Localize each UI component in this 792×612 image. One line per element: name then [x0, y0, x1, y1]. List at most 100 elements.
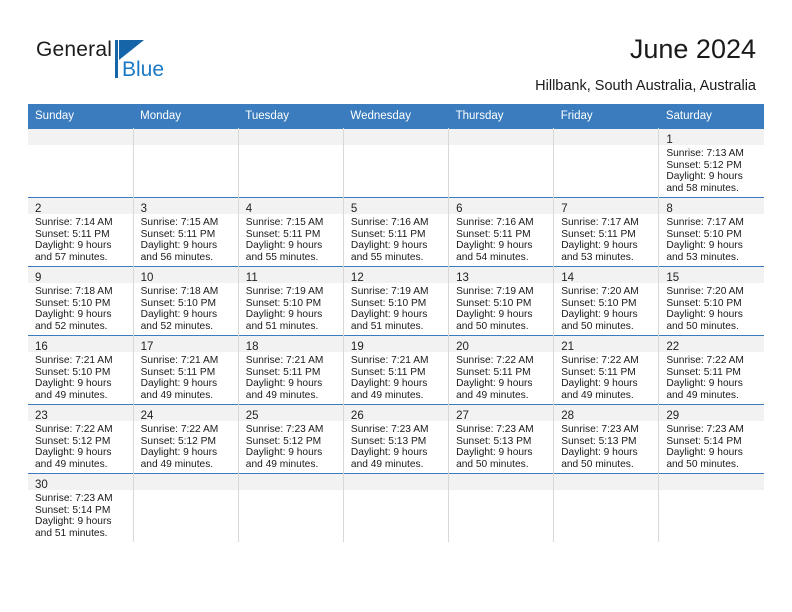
- calendar-day-cell[interactable]: 3 Sunrise: 7:15 AM Sunset: 5:11 PM Daylight…: [133, 197, 239, 267]
- day-cell-content: 22 Sunrise: 7:22 AM Sunset: 5:11 PM Dayligh…: [659, 336, 764, 404]
- calendar-day-cell[interactable]: 24 Sunrise: 7:22 AM Sunset: 5:12 PM Dayligh…: [133, 404, 239, 474]
- daylight-duration-line1: Daylight: 9 hours: [350, 309, 428, 321]
- day-number-band: 17: [133, 336, 238, 353]
- page-header: General Blue June 2024 Hillbank, South A…: [0, 0, 792, 104]
- day-cell-content: 14 Sunrise: 7:20 AM Sunset: 5:10 PM Dayligh…: [554, 267, 659, 335]
- day-sun-info: Sunrise: 7:17 AM Sunset: 5:11 PM Daylight:…: [554, 215, 658, 263]
- daylight-duration-line2: and 49 minutes.: [456, 389, 529, 401]
- calendar-day-cell[interactable]: 7 Sunrise: 7:17 AM Sunset: 5:11 PM Daylight…: [553, 197, 660, 267]
- calendar-day-cell[interactable]: 15 Sunrise: 7:20 AM Sunset: 5:10 PM Dayligh…: [658, 266, 764, 336]
- day-number: 24: [140, 410, 154, 422]
- calendar-day-cell[interactable]: 27 Sunrise: 7:23 AM Sunset: 5:13 PM Dayligh…: [448, 404, 555, 474]
- day-sun-info: Sunrise: 7:22 AM Sunset: 5:12 PM Daylight:…: [28, 422, 133, 470]
- calendar-day-cell[interactable]: 28 Sunrise: 7:23 AM Sunset: 5:13 PM Dayligh…: [553, 404, 660, 474]
- calendar-day-cell[interactable]: 14 Sunrise: 7:20 AM Sunset: 5:10 PM Dayligh…: [553, 266, 660, 336]
- weekday-header-sunday: Sunday: [28, 104, 134, 129]
- sunset-time: Sunset: 5:11 PM: [456, 366, 531, 378]
- daylight-duration-line2: and 49 minutes.: [35, 389, 108, 401]
- day-sun-info: Sunrise: 7:23 AM Sunset: 5:13 PM Daylight:…: [554, 422, 658, 470]
- daylight-duration-line1: Daylight: 9 hours: [350, 240, 428, 252]
- day-cell-content: [133, 129, 238, 197]
- day-cell-content: [238, 474, 343, 542]
- calendar-day-cell[interactable]: 25 Sunrise: 7:23 AM Sunset: 5:12 PM Dayligh…: [238, 404, 344, 474]
- calendar-day-cell[interactable]: 8 Sunrise: 7:17 AM Sunset: 5:10 PM Daylight…: [658, 197, 764, 267]
- daylight-duration-line1: Daylight: 9 hours: [456, 378, 533, 390]
- daylight-duration-line1: Daylight: 9 hours: [35, 240, 112, 252]
- calendar-day-cell[interactable]: 19 Sunrise: 7:21 AM Sunset: 5:11 PM Dayligh…: [343, 335, 450, 405]
- daylight-duration-line2: and 49 minutes.: [140, 458, 214, 470]
- sunrise-time: Sunrise: 7:23 AM: [666, 424, 744, 435]
- daylight-duration-line1: Daylight: 9 hours: [561, 309, 638, 321]
- daylight-duration-line1: Daylight: 9 hours: [140, 447, 218, 459]
- sunrise-time: Sunrise: 7:22 AM: [35, 424, 113, 435]
- calendar-day-cell[interactable]: 10 Sunrise: 7:18 AM Sunset: 5:10 PM Dayligh…: [133, 266, 239, 336]
- general-blue-logo[interactable]: General Blue: [36, 38, 226, 88]
- calendar-day-cell[interactable]: 30 Sunrise: 7:23 AM Sunset: 5:14 PM Dayligh…: [28, 473, 134, 542]
- calendar-day-cell[interactable]: 18 Sunrise: 7:21 AM Sunset: 5:11 PM Dayligh…: [238, 335, 344, 405]
- sunset-time: Sunset: 5:10 PM: [561, 297, 637, 309]
- day-cell-content: 28 Sunrise: 7:23 AM Sunset: 5:13 PM Dayligh…: [554, 405, 659, 473]
- daylight-duration-line1: Daylight: 9 hours: [561, 240, 638, 252]
- calendar-day-cell[interactable]: 23 Sunrise: 7:22 AM Sunset: 5:12 PM Dayligh…: [28, 404, 134, 474]
- sunset-time: Sunset: 5:10 PM: [245, 297, 322, 309]
- sunrise-time: Sunrise: 7:23 AM: [456, 424, 534, 435]
- day-cell-content: 29 Sunrise: 7:23 AM Sunset: 5:14 PM Dayligh…: [659, 405, 764, 473]
- sunrise-time: Sunrise: 7:23 AM: [245, 424, 324, 435]
- calendar-day-cell[interactable]: 9 Sunrise: 7:18 AM Sunset: 5:10 PM Daylight…: [28, 266, 134, 336]
- day-cell-content: 25 Sunrise: 7:23 AM Sunset: 5:12 PM Dayligh…: [238, 405, 343, 473]
- calendar-day-cell[interactable]: 12 Sunrise: 7:19 AM Sunset: 5:10 PM Dayligh…: [343, 266, 450, 336]
- calendar-day-cell[interactable]: 6 Sunrise: 7:16 AM Sunset: 5:11 PM Daylight…: [448, 197, 555, 267]
- day-number-band: [238, 129, 343, 146]
- day-number-band: 15: [659, 267, 764, 284]
- daylight-duration-line2: and 50 minutes.: [561, 320, 634, 332]
- day-cell-content: 9 Sunrise: 7:18 AM Sunset: 5:10 PM Daylight…: [28, 267, 133, 335]
- calendar-day-cell[interactable]: 4 Sunrise: 7:15 AM Sunset: 5:11 PM Daylight…: [238, 197, 344, 267]
- day-number-band: 23: [28, 405, 133, 422]
- calendar-day-cell[interactable]: 29 Sunrise: 7:23 AM Sunset: 5:14 PM Dayligh…: [658, 404, 764, 474]
- calendar-day-cell[interactable]: 1 Sunrise: 7:13 AM Sunset: 5:12 PM Daylight…: [658, 128, 764, 198]
- day-cell-content: [449, 474, 554, 542]
- day-cell-content: 5 Sunrise: 7:16 AM Sunset: 5:11 PM Daylight…: [343, 198, 449, 266]
- calendar-day-cell[interactable]: 26 Sunrise: 7:23 AM Sunset: 5:13 PM Dayligh…: [343, 404, 450, 474]
- day-sun-info: Sunrise: 7:22 AM Sunset: 5:11 PM Daylight:…: [554, 353, 658, 401]
- day-sun-info: Sunrise: 7:13 AM Sunset: 5:12 PM Daylight:…: [659, 146, 764, 194]
- day-number: 7: [561, 203, 568, 215]
- daylight-duration-line2: and 54 minutes.: [456, 251, 529, 263]
- day-number: 26: [350, 410, 364, 422]
- calendar-day-cell[interactable]: 17 Sunrise: 7:21 AM Sunset: 5:11 PM Dayligh…: [133, 335, 239, 405]
- calendar-day-cell[interactable]: 16 Sunrise: 7:21 AM Sunset: 5:10 PM Dayligh…: [28, 335, 134, 405]
- sunset-time: Sunset: 5:12 PM: [666, 159, 742, 171]
- daylight-duration-line2: and 51 minutes.: [245, 320, 319, 332]
- calendar-page: General Blue June 2024 Hillbank, South A…: [0, 0, 792, 612]
- calendar-day-cell[interactable]: 22 Sunrise: 7:22 AM Sunset: 5:11 PM Dayligh…: [658, 335, 764, 405]
- calendar-day-cell[interactable]: 21 Sunrise: 7:22 AM Sunset: 5:11 PM Dayligh…: [553, 335, 660, 405]
- day-cell-content: 18 Sunrise: 7:21 AM Sunset: 5:11 PM Dayligh…: [238, 336, 343, 404]
- sunset-time: Sunset: 5:11 PM: [245, 366, 321, 378]
- day-number-band: 27: [449, 405, 554, 422]
- sunset-time: Sunset: 5:14 PM: [35, 504, 111, 516]
- sunrise-time: Sunrise: 7:16 AM: [456, 217, 534, 228]
- calendar-body: 1 Sunrise: 7:13 AM Sunset: 5:12 PM Daylight…: [28, 128, 764, 542]
- daylight-duration-line1: Daylight: 9 hours: [561, 447, 638, 459]
- day-number-band: 3: [133, 198, 238, 215]
- daylight-duration-line2: and 49 minutes.: [561, 389, 634, 401]
- day-number-band: [343, 129, 449, 146]
- calendar-day-cell[interactable]: 2 Sunrise: 7:14 AM Sunset: 5:11 PM Daylight…: [28, 197, 134, 267]
- day-sun-info: Sunrise: 7:16 AM Sunset: 5:11 PM Daylight:…: [344, 215, 448, 263]
- day-number: 3: [140, 203, 148, 215]
- sunset-time: Sunset: 5:11 PM: [35, 228, 110, 240]
- sunset-time: Sunset: 5:10 PM: [456, 297, 532, 309]
- day-number: 8: [666, 203, 673, 215]
- day-cell-content: 26 Sunrise: 7:23 AM Sunset: 5:13 PM Dayligh…: [343, 405, 449, 473]
- sunset-time: Sunset: 5:10 PM: [35, 366, 111, 378]
- calendar-day-cell[interactable]: 13 Sunrise: 7:19 AM Sunset: 5:10 PM Dayligh…: [448, 266, 555, 336]
- day-number-band: 28: [554, 405, 659, 422]
- day-number-band: 14: [554, 267, 659, 284]
- calendar-day-cell[interactable]: 20 Sunrise: 7:22 AM Sunset: 5:11 PM Dayligh…: [448, 335, 555, 405]
- day-number-band: 30: [28, 474, 133, 491]
- day-number: 11: [245, 272, 258, 284]
- day-sun-info: Sunrise: 7:22 AM Sunset: 5:11 PM Daylight:…: [659, 353, 764, 401]
- daylight-duration-line2: and 50 minutes.: [456, 458, 529, 470]
- calendar-day-cell[interactable]: 11 Sunrise: 7:19 AM Sunset: 5:10 PM Dayligh…: [238, 266, 344, 336]
- calendar-day-cell[interactable]: 5 Sunrise: 7:16 AM Sunset: 5:11 PM Daylight…: [343, 197, 450, 267]
